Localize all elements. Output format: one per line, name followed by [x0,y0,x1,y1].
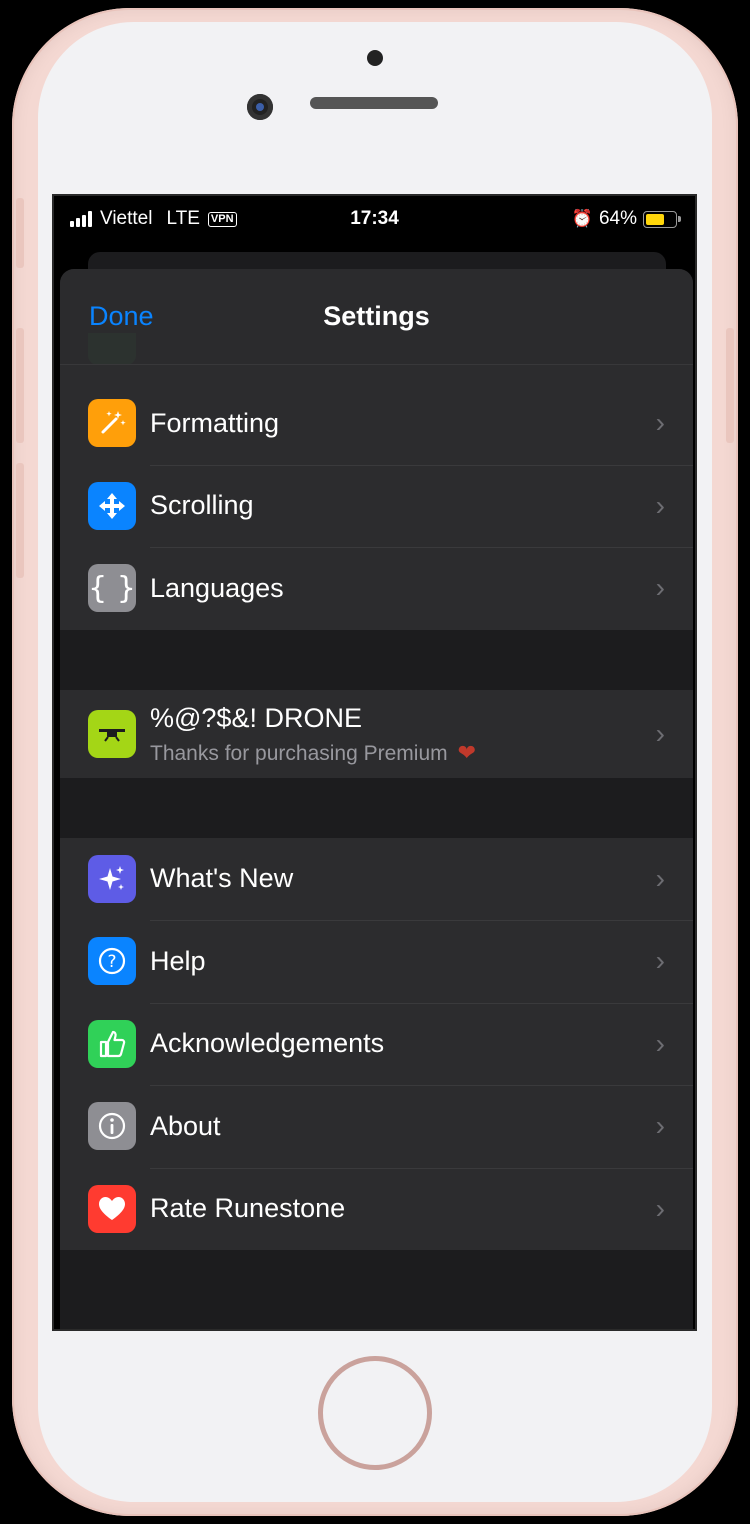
chevron-right-icon: › [655,1110,665,1142]
chevron-right-icon: › [655,407,665,439]
premium-row[interactable]: %@?$&! DRONE Thanks for purchasing Premi… [60,690,693,778]
row-label: About [150,1110,221,1141]
chevron-right-icon: › [655,717,665,749]
editor-settings-group: Formatting › Scrolling › { } Languages › [60,333,693,630]
battery-icon [643,210,681,228]
settings-row-whats-new[interactable]: What's New › [60,838,693,921]
info-icon [88,1102,136,1151]
row-label: Acknowledgements [150,1028,385,1059]
svg-text:?: ? [107,952,116,972]
section-separator [60,629,693,690]
settings-row-languages[interactable]: { } Languages › [60,547,693,630]
navigation-bar: Done Settings [60,269,693,365]
settings-row-scrolling[interactable]: Scrolling › [60,464,693,548]
row-label: Rate Runestone [150,1193,346,1224]
front-camera [247,94,273,120]
info-group: What's New › ? Help › Acknowledgements › [60,837,693,1251]
volume-up-button [16,328,24,443]
premium-subtitle: Thanks for purchasing Premium [150,741,448,765]
battery-percent: 64% [598,208,637,229]
alarm-icon: ⏰ [571,209,593,228]
volume-down-button [16,463,24,578]
chevron-right-icon: › [655,1027,665,1059]
row-label: Help [150,945,206,976]
magic-wand-icon [88,399,136,448]
move-arrows-icon [88,481,136,530]
row-label: What's New [150,863,294,894]
settings-row-rate[interactable]: Rate Runestone › [60,1167,693,1251]
home-button[interactable] [318,1356,432,1470]
battery-level-fill [646,213,664,225]
curly-braces-icon: { } [88,564,136,613]
row-label: Languages [150,572,284,603]
thumbs-up-icon [88,1019,136,1068]
chevron-right-icon: › [655,572,665,604]
settings-list[interactable]: Formatting › Scrolling › { } Languages › [60,333,693,1310]
proximity-sensor [367,50,383,66]
row-label: Scrolling [150,490,254,521]
chevron-right-icon: › [655,862,665,894]
settings-row-about[interactable]: About › [60,1085,693,1168]
chevron-right-icon: › [655,489,665,521]
heart-icon [88,1184,136,1233]
question-icon: ? [88,937,136,986]
premium-group: %@?$&! DRONE Thanks for purchasing Premi… [60,689,693,778]
settings-row-acknowledgements[interactable]: Acknowledgements › [60,1002,693,1086]
status-bar: Viettel LTE VPN 17:34 ⏰ 64% [54,196,695,242]
section-separator [60,777,693,838]
settings-sheet: Done Settings Formatting › Scrolling › {… [60,269,693,1329]
mute-switch [16,198,24,268]
section-separator [60,1250,693,1310]
screen: Viettel LTE VPN 17:34 ⏰ 64% Done Setting… [52,194,697,1331]
power-button [726,328,734,443]
drone-icon [88,709,136,758]
premium-title: %@?$&! DRONE [150,702,362,733]
row-label: Formatting [150,407,280,438]
chevron-right-icon: › [655,945,665,977]
sparkles-icon [88,854,136,903]
earpiece-speaker [310,97,438,109]
chevron-right-icon: › [655,1192,665,1224]
settings-row-formatting[interactable]: Formatting › [60,382,693,465]
heart-emoji-icon: ❤ [457,739,477,765]
page-title: Settings [323,301,430,331]
settings-row-help[interactable]: ? Help › [60,920,693,1003]
